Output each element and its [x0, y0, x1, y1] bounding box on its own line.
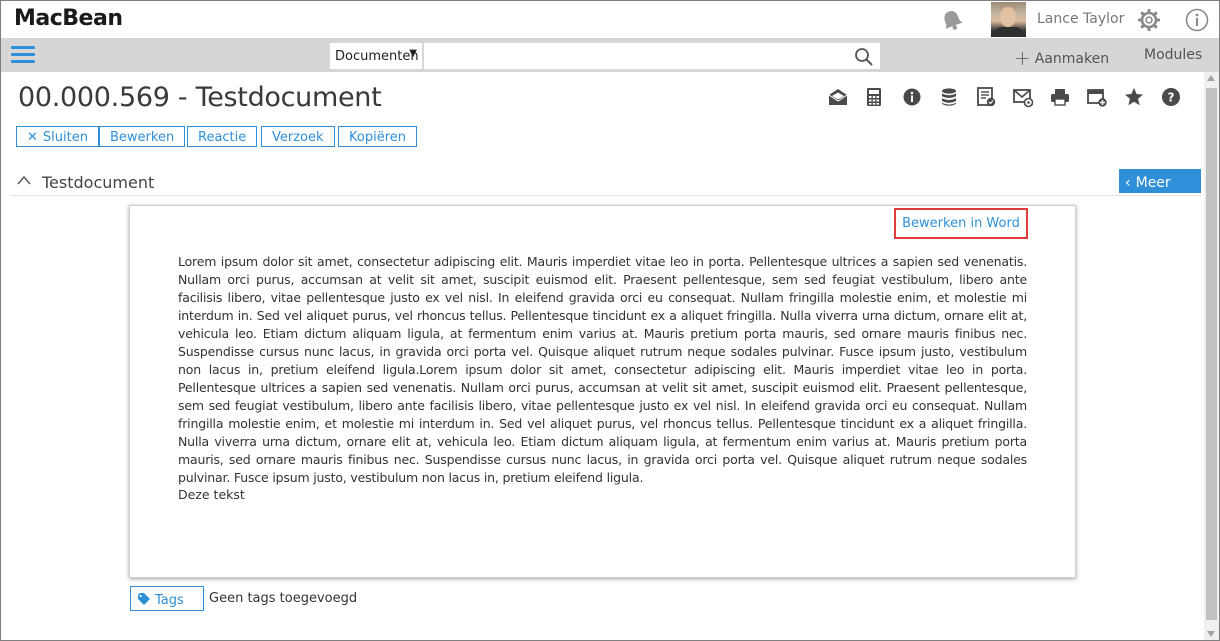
edit-in-word-link[interactable]: Bewerken in Word [894, 208, 1028, 239]
close-icon: ✕ [27, 130, 38, 145]
plus-icon: + [1014, 46, 1031, 70]
document-extra-line: Deze tekst [178, 487, 245, 502]
card-add-icon[interactable] [1086, 86, 1108, 108]
scroll-down-arrow-icon[interactable] [1207, 631, 1215, 637]
tags-empty-text: Geen tags toegevoegd [209, 591, 358, 606]
user-name[interactable]: Lance Taylor [1037, 11, 1124, 27]
close-button-label: Sluiten [42, 130, 88, 145]
database-icon[interactable] [938, 86, 960, 108]
tag-icon [138, 593, 150, 605]
create-button[interactable]: + Aanmaken [1014, 46, 1109, 70]
create-label: Aanmaken [1034, 51, 1110, 67]
more-button-label: Meer [1135, 174, 1171, 191]
scrollbar-thumb[interactable] [1206, 88, 1217, 620]
chevron-left-icon: ‹ [1125, 174, 1131, 191]
scroll-up-arrow-icon[interactable] [1207, 75, 1215, 81]
search-icon[interactable] [854, 47, 874, 67]
mail-settings-icon[interactable] [1012, 86, 1034, 108]
tags-button-label: Tags [155, 593, 184, 608]
print-icon[interactable] [1049, 86, 1071, 108]
mail-open-icon[interactable] [827, 86, 849, 108]
main-toolbar: Documenten ▼ + Aanmaken Modules [1, 38, 1219, 72]
modules-button[interactable]: Modules [1144, 47, 1202, 63]
menu-icon[interactable] [11, 46, 35, 64]
section-title[interactable]: Testdocument [42, 173, 154, 192]
calculator-icon[interactable] [863, 86, 885, 108]
reply-button[interactable]: Reactie [187, 126, 258, 147]
search-type-value: Documenten [335, 49, 419, 64]
document-body: Lorem ipsum dolor sit amet, consectetur … [178, 254, 1027, 485]
copy-button[interactable]: Kopiëren [338, 126, 417, 147]
avatar-face [1000, 7, 1016, 27]
close-button[interactable]: ✕ Sluiten [16, 126, 99, 147]
gear-icon[interactable] [1137, 8, 1161, 32]
star-icon[interactable] [1123, 86, 1145, 108]
dropdown-caret-icon: ▼ [409, 48, 417, 59]
section-divider [11, 195, 1201, 196]
svg-text:?: ? [1168, 91, 1175, 105]
bell-icon[interactable] [939, 8, 965, 32]
request-button[interactable]: Verzoek [261, 126, 335, 147]
info-icon[interactable] [1185, 8, 1209, 32]
page-scrollbar[interactable] [1204, 72, 1219, 640]
app-logo[interactable]: MacBean [14, 6, 123, 31]
tags-button[interactable]: Tags [130, 586, 204, 611]
more-button[interactable]: ‹ Meer [1119, 169, 1201, 193]
edit-button[interactable]: Bewerken [99, 126, 186, 147]
search-input[interactable] [424, 43, 880, 69]
info-circle-icon[interactable] [901, 86, 923, 108]
checklist-icon[interactable] [975, 86, 997, 108]
top-bar: MacBean Lance Taylor [1, 1, 1219, 38]
app-window: MacBean Lance Taylor Documenten ▼ + Aanm… [0, 0, 1220, 641]
page-title: 00.000.569 - Testdocument [18, 82, 382, 113]
help-circle-icon[interactable]: ? [1160, 86, 1182, 108]
chevron-up-icon[interactable] [17, 175, 31, 185]
avatar-shirt [994, 27, 1023, 37]
avatar[interactable] [991, 2, 1026, 37]
search-type-select[interactable]: Documenten ▼ [330, 43, 422, 69]
